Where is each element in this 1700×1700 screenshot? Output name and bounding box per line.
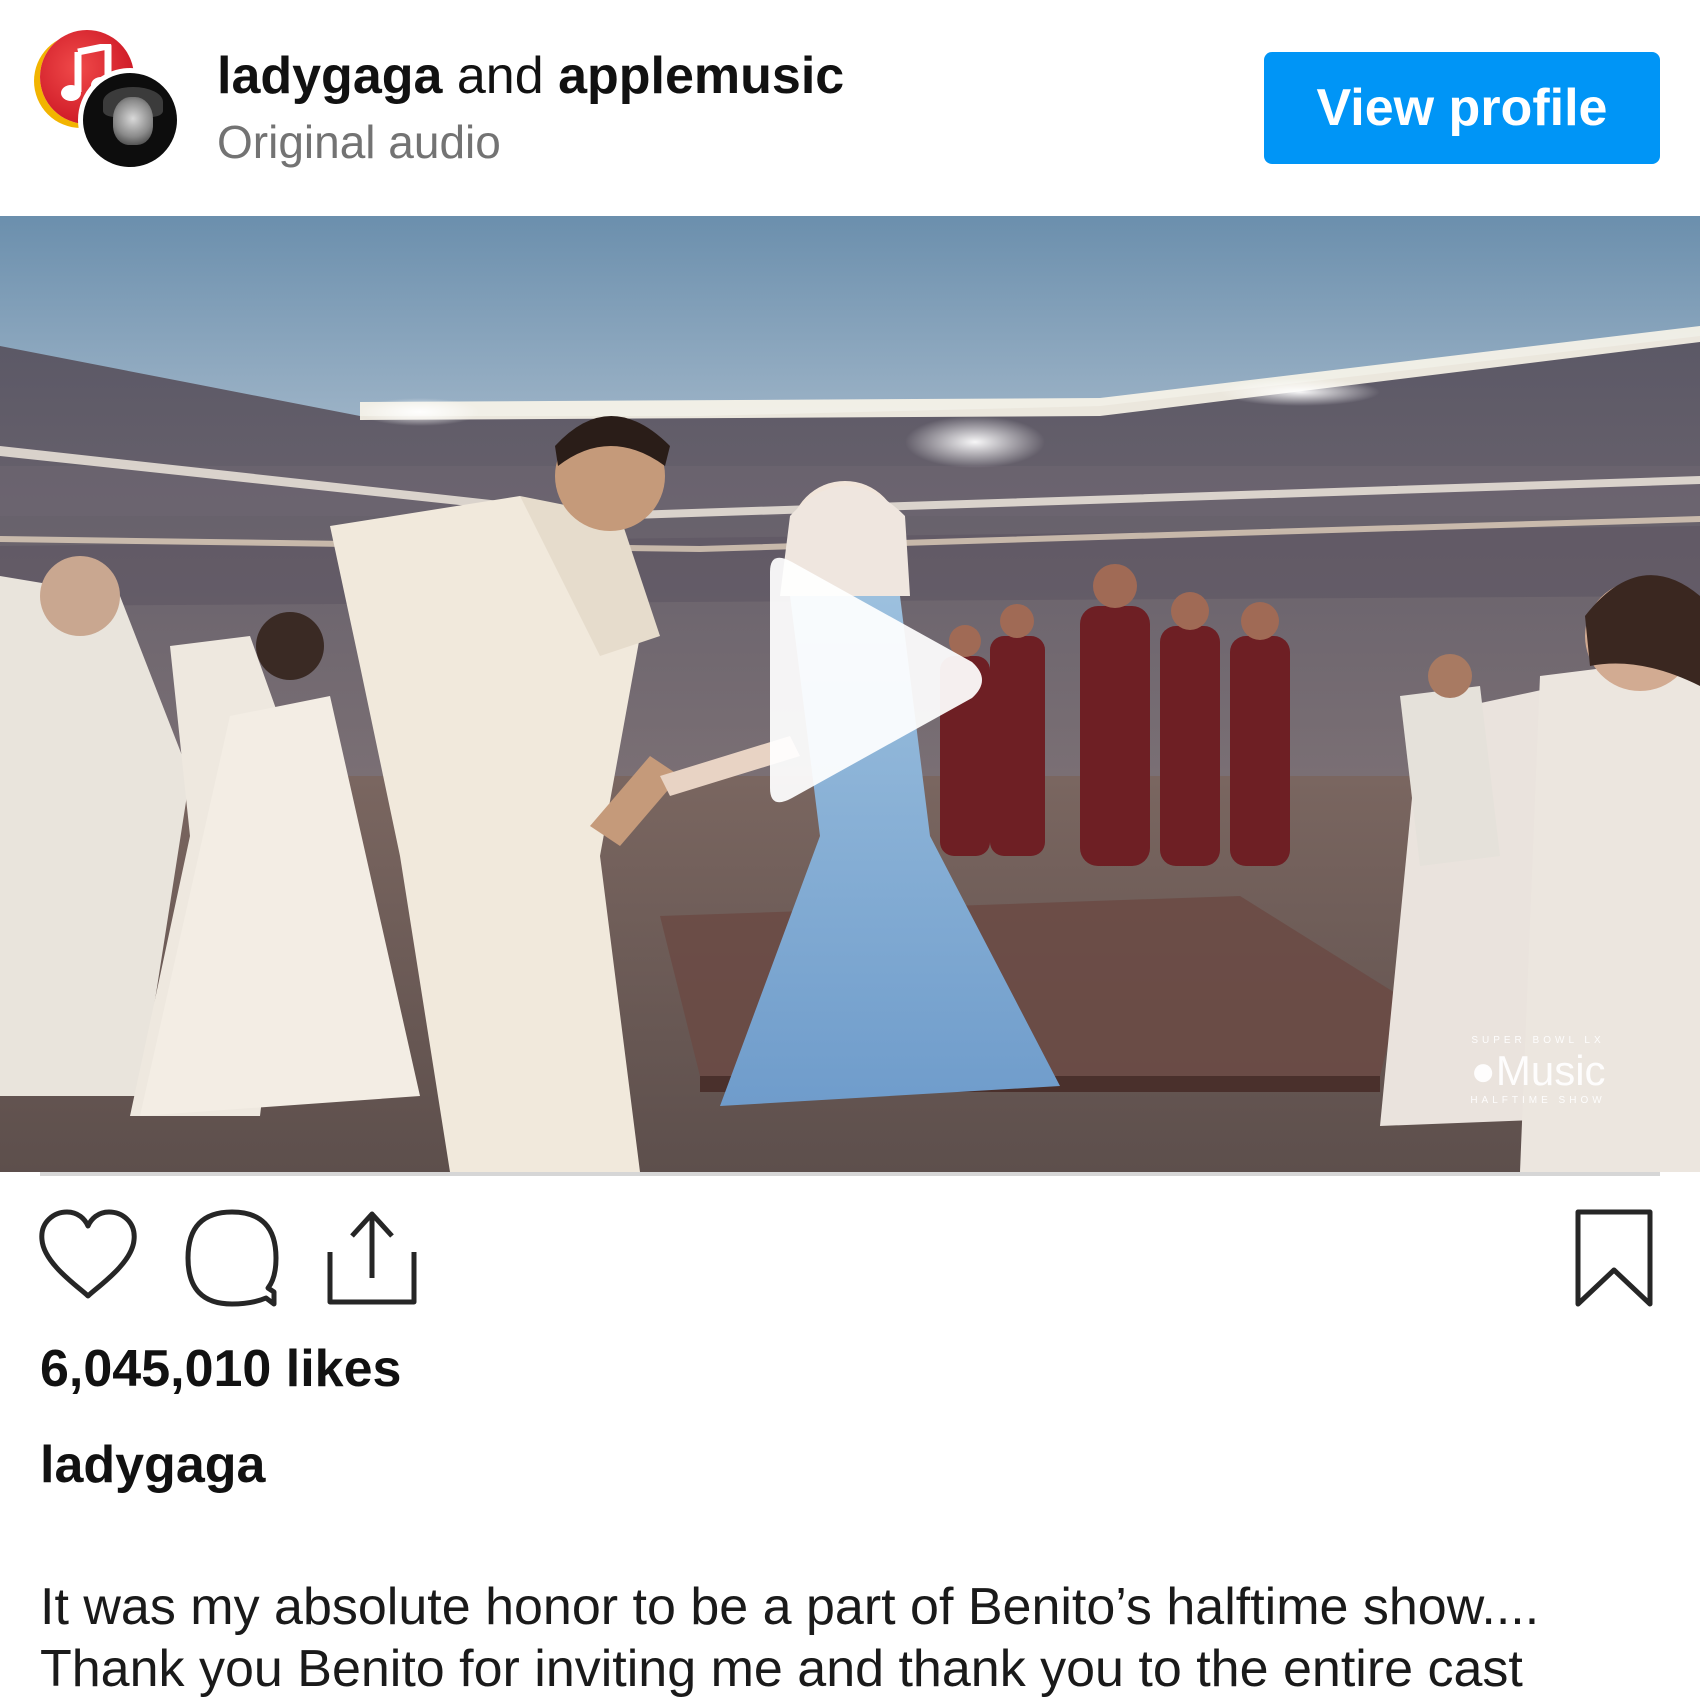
post-caption: It was my absolute honor to be a part of… — [40, 1576, 1680, 1700]
video-watermark: SUPER BOWL LX ●Music HALFTIME SHOW — [1458, 1034, 1618, 1108]
post-owners: ladygaga and applemusic — [217, 46, 844, 106]
caption-line: Thank you Benito for inviting me and tha… — [40, 1640, 1523, 1698]
watermark-brand: ●Music — [1458, 1048, 1618, 1094]
ladygaga-avatar[interactable] — [78, 68, 182, 172]
watermark-event: SUPER BOWL LX — [1471, 1035, 1605, 1046]
post-action-bar — [0, 1190, 1700, 1330]
owner-link-ladygaga[interactable]: ladygaga — [217, 47, 442, 105]
heart-icon[interactable] — [38, 1208, 138, 1302]
likes-count[interactable]: 6,045,010 likes — [40, 1338, 401, 1400]
caption-line: It was my absolute honor to be a part of… — [40, 1578, 1540, 1636]
video-player[interactable]: SUPER BOWL LX ●Music HALFTIME SHOW — [0, 216, 1700, 1172]
post-header: ladygaga and applemusic Original audio V… — [0, 0, 1700, 216]
watermark-brand-text: Music — [1495, 1047, 1606, 1094]
watermark-show: HALFTIME SHOW — [1470, 1095, 1606, 1106]
owner-link-applemusic[interactable]: applemusic — [558, 47, 844, 105]
avatar-face — [113, 97, 153, 145]
caption-author-link[interactable]: ladygaga — [40, 1434, 265, 1496]
play-icon[interactable] — [740, 550, 990, 810]
share-upload-icon[interactable] — [326, 1208, 418, 1308]
view-profile-button[interactable]: View profile — [1264, 52, 1660, 164]
video-progress-bar[interactable] — [40, 1172, 1660, 1176]
comment-bubble-icon[interactable] — [182, 1208, 282, 1308]
bookmark-icon[interactable] — [1572, 1208, 1656, 1308]
owners-conjunction: and — [442, 47, 559, 105]
original-audio-link[interactable]: Original audio — [217, 114, 501, 170]
apple-logo-icon: ● — [1470, 1047, 1496, 1094]
collab-avatars[interactable] — [40, 30, 182, 172]
